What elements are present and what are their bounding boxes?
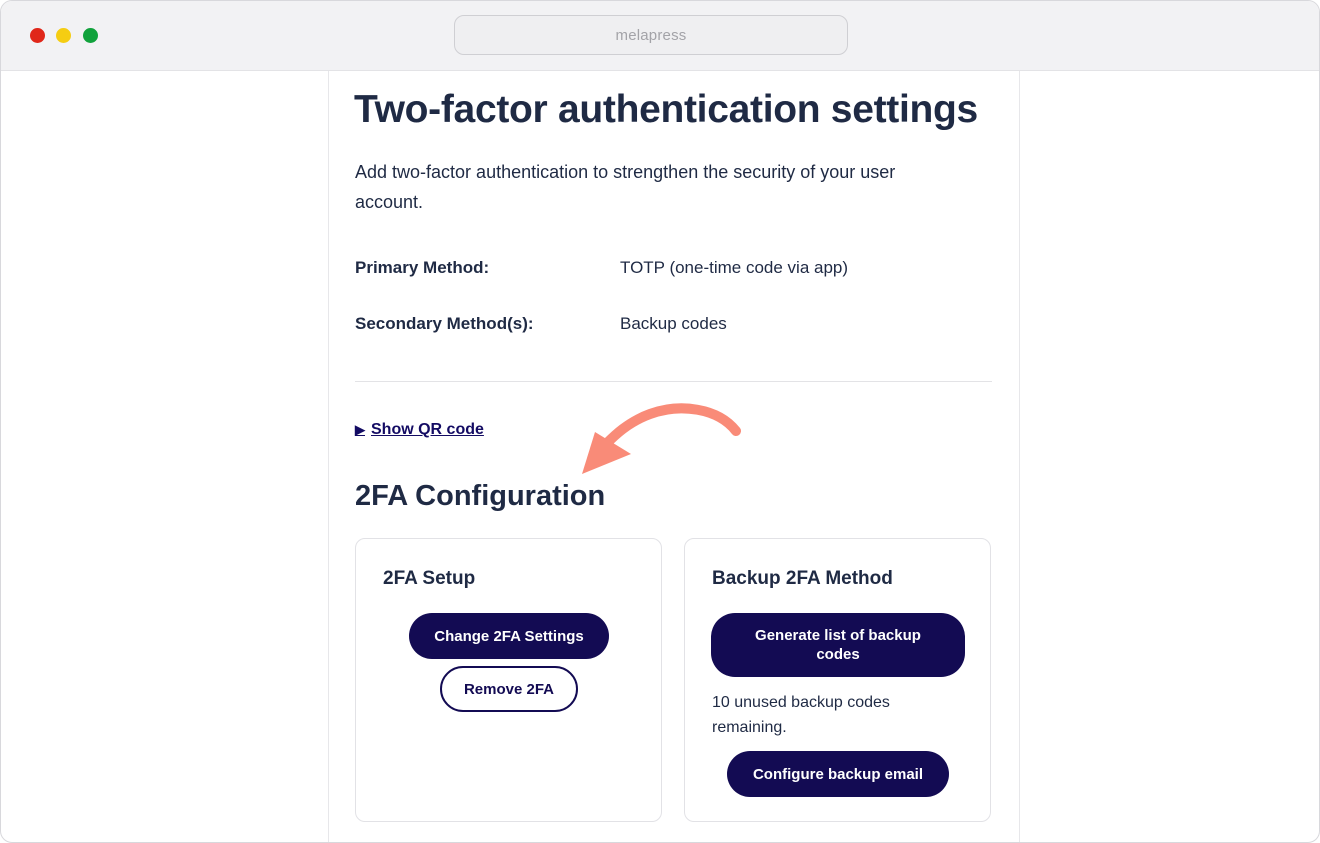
page-description: Add two-factor authentication to strengt… — [355, 162, 896, 212]
generate-backup-codes-button[interactable]: Generate list of backup codes — [711, 613, 965, 677]
triangle-right-icon: ▶ — [355, 422, 365, 437]
curved-arrow-icon — [582, 403, 741, 474]
card-title-2fa-setup: 2FA Setup — [383, 568, 476, 589]
page-title: Two-factor authentication settings — [354, 88, 978, 131]
show-qr-code-label: Show QR code — [371, 421, 484, 438]
secondary-method-value: Backup codes — [620, 314, 727, 333]
section-divider — [355, 381, 992, 382]
primary-method-label: Primary Method: — [355, 258, 490, 277]
backup-codes-remaining-text: 10 unused backup codes remaining. — [712, 694, 890, 736]
section-title-2fa-configuration: 2FA Configuration — [355, 480, 606, 512]
close-window-button[interactable] — [30, 28, 45, 43]
title-bar: melapress — [1, 1, 1319, 71]
card-title-backup-2fa-method: Backup 2FA Method — [712, 568, 893, 589]
show-qr-code-link[interactable]: ▶ Show QR code — [355, 421, 484, 439]
primary-method-value: TOTP (one-time code via app) — [620, 258, 849, 277]
card-2fa-setup: 2FA Setup Change 2FA Settings Remove 2FA — [355, 538, 662, 822]
card-backup-2fa-method: Backup 2FA Method Generate list of backu… — [684, 538, 991, 822]
maximize-window-button[interactable] — [83, 28, 98, 43]
minimize-window-button[interactable] — [56, 28, 71, 43]
remove-2fa-button[interactable]: Remove 2FA — [440, 666, 578, 712]
change-2fa-settings-button[interactable]: Change 2FA Settings — [409, 613, 609, 659]
configure-backup-email-button[interactable]: Configure backup email — [727, 751, 949, 797]
address-bar[interactable]: melapress — [454, 15, 848, 55]
secondary-method-label: Secondary Method(s): — [355, 314, 534, 333]
